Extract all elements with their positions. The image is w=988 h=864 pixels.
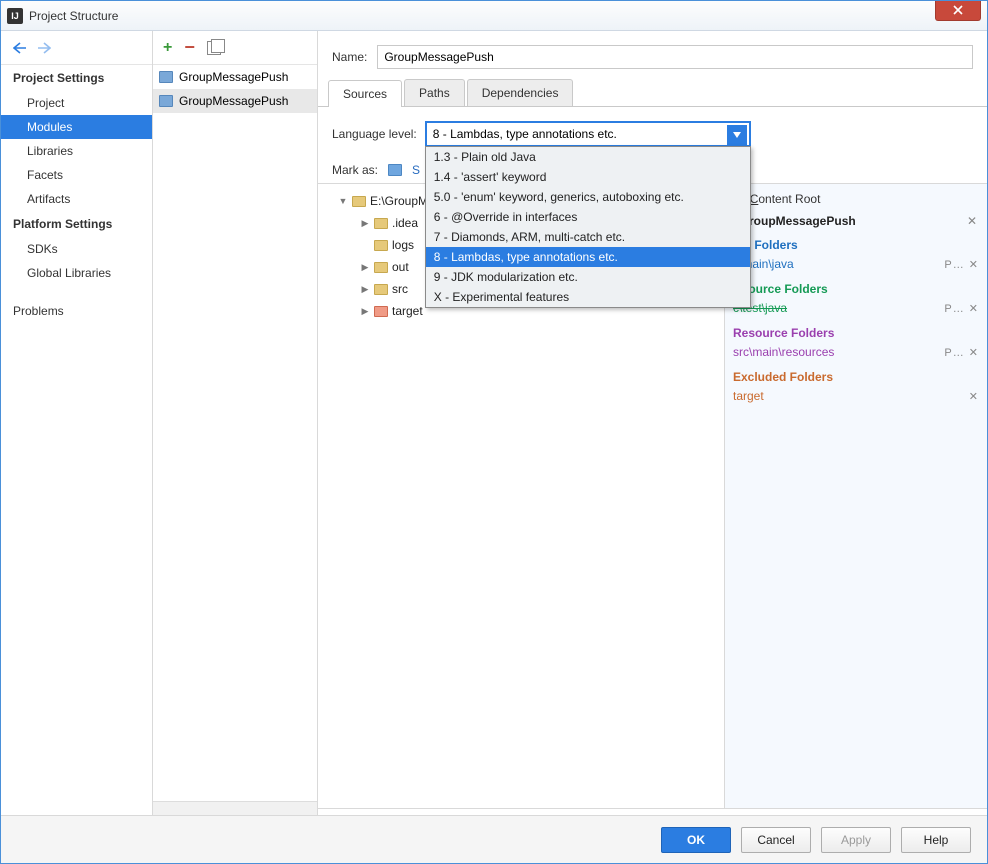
tree-twisty-icon[interactable]: ▶ <box>360 262 370 273</box>
tree-node-label: logs <box>392 238 414 252</box>
excluded-folder-path[interactable]: target <box>733 389 764 403</box>
cancel-button[interactable]: Cancel <box>741 827 811 853</box>
remove-module-icon[interactable]: − <box>184 37 195 58</box>
section-project-settings: Project Settings <box>1 65 152 91</box>
forward-arrow-icon[interactable] <box>37 41 51 55</box>
module-list[interactable]: GroupMessagePush GroupMessagePush <box>153 65 317 801</box>
language-level-label: Language level: <box>332 127 417 141</box>
tree-twisty-icon[interactable]: ▶ <box>360 284 370 295</box>
window-title: Project Structure <box>29 9 118 23</box>
module-editor: Name: Sources Paths Dependencies Languag… <box>318 31 987 815</box>
module-item-label: GroupMessagePush <box>179 70 288 84</box>
tree-twisty-icon[interactable]: ▼ <box>338 196 348 206</box>
tree-node-label: out <box>392 260 409 274</box>
lang-option[interactable]: 1.3 - Plain old Java <box>426 147 750 167</box>
apply-button[interactable]: Apply <box>821 827 891 853</box>
resource-folders-title: Resource Folders <box>733 326 979 340</box>
sidebar-item-artifacts[interactable]: Artifacts <box>1 187 152 211</box>
folder-icon <box>374 240 388 251</box>
source-folders-title: rce Folders <box>733 238 979 252</box>
lang-option[interactable]: 1.4 - 'assert' keyword <box>426 167 750 187</box>
module-item[interactable]: GroupMessagePush <box>153 65 317 89</box>
lang-option[interactable]: X - Experimental features <box>426 287 750 307</box>
sources-tabpane: Language level: 8 - Lambdas, type annota… <box>318 107 987 815</box>
module-item-label: GroupMessagePush <box>179 94 288 108</box>
back-arrow-icon[interactable] <box>13 41 27 55</box>
test-source-folder-line[interactable]: c\test\java P… ✕ <box>733 300 979 316</box>
help-button[interactable]: Help <box>901 827 971 853</box>
module-toolbar: + − <box>153 31 317 65</box>
sidebar-item-project[interactable]: Project <box>1 91 152 115</box>
name-label: Name: <box>332 50 367 64</box>
language-level-value: 8 - Lambdas, type annotations etc. <box>433 127 617 141</box>
close-button[interactable] <box>935 1 981 21</box>
package-prefix-icon[interactable]: P… ✕ <box>944 258 979 271</box>
module-name-input[interactable] <box>377 45 973 69</box>
remove-folder-icon[interactable]: ✕ <box>969 390 979 403</box>
tab-dependencies[interactable]: Dependencies <box>467 79 574 106</box>
module-list-hscroll[interactable] <box>153 801 317 815</box>
sidebar-item-libraries[interactable]: Libraries <box>1 139 152 163</box>
dialog-footer: OK Cancel Apply Help <box>1 815 987 863</box>
sidebar-item-problems[interactable]: Problems <box>1 299 152 323</box>
folder-icon <box>374 284 388 295</box>
add-module-icon[interactable]: + <box>163 39 172 57</box>
module-tabs: Sources Paths Dependencies <box>318 79 987 107</box>
app-icon: IJ <box>7 8 23 24</box>
tree-node-label: src <box>392 282 408 296</box>
section-platform-settings: Platform Settings <box>1 211 152 237</box>
sidebar-item-modules[interactable]: Modules <box>1 115 152 139</box>
lang-option[interactable]: 5.0 - 'enum' keyword, generics, autoboxi… <box>426 187 750 207</box>
copy-module-icon[interactable] <box>207 41 221 55</box>
sidebar-item-global-libraries[interactable]: Global Libraries <box>1 261 152 285</box>
module-list-column: + − GroupMessagePush GroupMessagePush <box>153 31 318 815</box>
sidebar-item-sdks[interactable]: SDKs <box>1 237 152 261</box>
add-content-root-link[interactable]: dd Content Root <box>733 192 979 206</box>
lang-option[interactable]: 6 - @Override in interfaces <box>426 207 750 227</box>
sources-folder-icon[interactable] <box>388 164 402 176</box>
lang-option-selected[interactable]: 8 - Lambdas, type annotations etc. <box>426 247 750 267</box>
nav-arrows <box>1 31 152 65</box>
language-level-dropdown[interactable]: 1.3 - Plain old Java 1.4 - 'assert' keyw… <box>425 146 751 308</box>
tree-root-label: E:\GroupM <box>370 194 428 208</box>
resource-folder-line[interactable]: src\main\resources P… ✕ <box>733 344 979 360</box>
excluded-folders-title: Excluded Folders <box>733 370 979 384</box>
combo-dropdown-icon[interactable] <box>727 125 747 145</box>
sidebar-item-facets[interactable]: Facets <box>1 163 152 187</box>
module-icon <box>159 71 173 83</box>
language-level-combo[interactable]: 8 - Lambdas, type annotations etc. 1.3 -… <box>425 121 751 147</box>
project-structure-dialog: IJ Project Structure Project Settings Pr… <box>0 0 988 864</box>
source-folder-line[interactable]: c\main\java P… ✕ <box>733 256 979 272</box>
content-root-line[interactable]: .\GroupMessagePush ✕ <box>733 214 979 228</box>
lang-option[interactable]: 7 - Diamonds, ARM, multi-catch etc. <box>426 227 750 247</box>
tab-paths[interactable]: Paths <box>404 79 465 106</box>
content-root-path: .\GroupMessagePush <box>733 214 856 228</box>
folder-icon <box>352 196 366 207</box>
module-item[interactable]: GroupMessagePush <box>153 89 317 113</box>
titlebar: IJ Project Structure <box>1 1 987 31</box>
excluded-folder-line[interactable]: target ✕ <box>733 388 979 404</box>
ok-button[interactable]: OK <box>661 827 731 853</box>
remove-content-root-icon[interactable]: ✕ <box>965 214 979 228</box>
module-icon <box>159 95 173 107</box>
tab-sources[interactable]: Sources <box>328 80 402 107</box>
resource-folder-path[interactable]: src\main\resources <box>733 345 834 359</box>
settings-sidebar: Project Settings Project Modules Librari… <box>1 31 153 815</box>
test-source-folders-title: t Source Folders <box>733 282 979 296</box>
content-root-sidebar: xcluded dd Content Root .\GroupMessagePu… <box>724 184 987 808</box>
tree-node-label: target <box>392 304 423 318</box>
mark-as-partial[interactable]: S <box>412 163 420 177</box>
excluded-folder-icon <box>374 306 388 317</box>
package-prefix-icon[interactable]: P… ✕ <box>944 346 979 359</box>
tree-twisty-icon[interactable]: ▶ <box>360 306 370 317</box>
mark-as-label: Mark as: <box>332 163 378 177</box>
folder-icon <box>374 262 388 273</box>
package-prefix-icon[interactable]: P… ✕ <box>944 302 979 315</box>
tree-twisty-icon[interactable]: ▶ <box>360 218 370 229</box>
tree-node-label: .idea <box>392 216 418 230</box>
folder-icon <box>374 218 388 229</box>
lang-option[interactable]: 9 - JDK modularization etc. <box>426 267 750 287</box>
